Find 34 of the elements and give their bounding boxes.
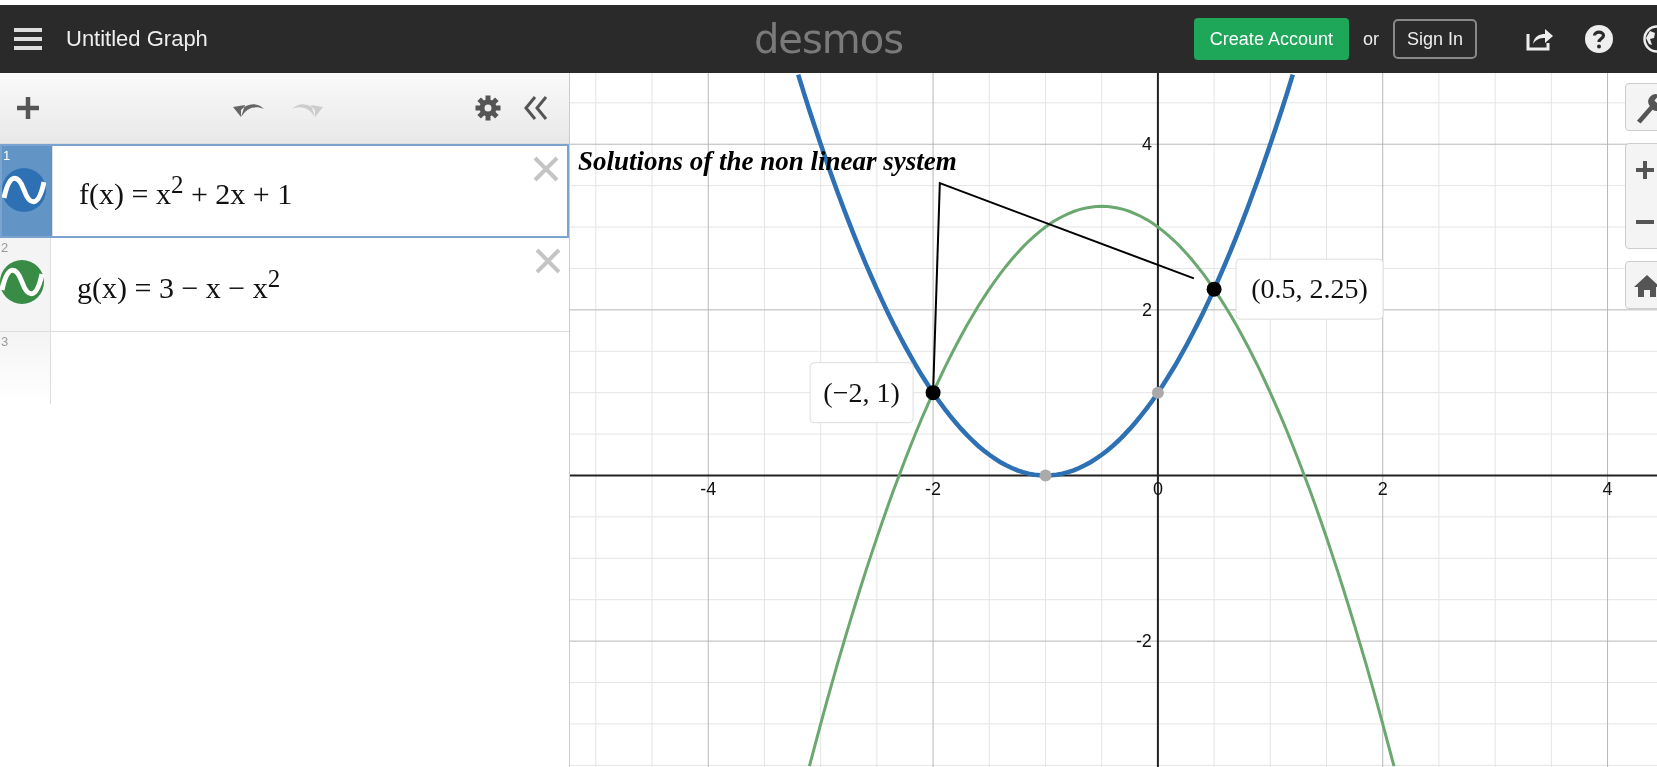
x-tick-label: -2 bbox=[925, 479, 942, 500]
expression-formula[interactable]: f(x) = x$^{2}$ + 2x + 1 bbox=[79, 171, 293, 211]
curve-color-icon[interactable] bbox=[2, 168, 46, 212]
expression-formula[interactable]: g(x) = 3 − x − x$^{2}$ bbox=[77, 264, 281, 305]
marker-point[interactable] bbox=[1039, 469, 1052, 482]
sign-in-button[interactable]: Sign In bbox=[1392, 19, 1477, 59]
coordinate-tooltip: (0.5, 2.25) bbox=[1235, 258, 1384, 320]
annotation: (0.5, 2.25) bbox=[1251, 273, 1368, 305]
annotation: (−2, 1) bbox=[823, 376, 900, 408]
row-number: 2 bbox=[1, 240, 9, 255]
settings-icon[interactable] bbox=[475, 95, 501, 121]
share-icon[interactable] bbox=[1525, 26, 1555, 52]
or-text: or bbox=[1362, 28, 1379, 50]
expression-row[interactable]: 1 f(x) = x$^{2}$ + 2x + 1 bbox=[0, 144, 569, 238]
coordinate-tooltip: (−2, 1) bbox=[809, 362, 914, 424]
solution-point[interactable] bbox=[925, 385, 941, 401]
curve-color-icon[interactable] bbox=[0, 260, 44, 304]
y-tick-label: 4 bbox=[1141, 134, 1152, 155]
logo: desmos bbox=[753, 16, 904, 62]
x-tick-label: -4 bbox=[700, 479, 717, 500]
help-icon[interactable] bbox=[1585, 25, 1613, 53]
solution-point[interactable] bbox=[1206, 281, 1222, 297]
x-tick-label: 2 bbox=[1377, 479, 1388, 500]
row-number: 1 bbox=[3, 148, 11, 163]
y-tick-label: 2 bbox=[1141, 299, 1152, 320]
expression-row[interactable]: 2 g(x) = 3 − x − x$^{2}$ bbox=[0, 238, 569, 332]
add-icon[interactable] bbox=[16, 96, 40, 120]
y-tick-label: -2 bbox=[1135, 631, 1152, 652]
collapse-icon[interactable] bbox=[523, 95, 549, 121]
marker-point[interactable] bbox=[1151, 386, 1164, 399]
menu-icon[interactable] bbox=[14, 28, 42, 50]
x-tick-label: 4 bbox=[1602, 479, 1613, 500]
graph-title[interactable]: Untitled Graph bbox=[66, 26, 208, 52]
row-number: 3 bbox=[1, 334, 9, 349]
